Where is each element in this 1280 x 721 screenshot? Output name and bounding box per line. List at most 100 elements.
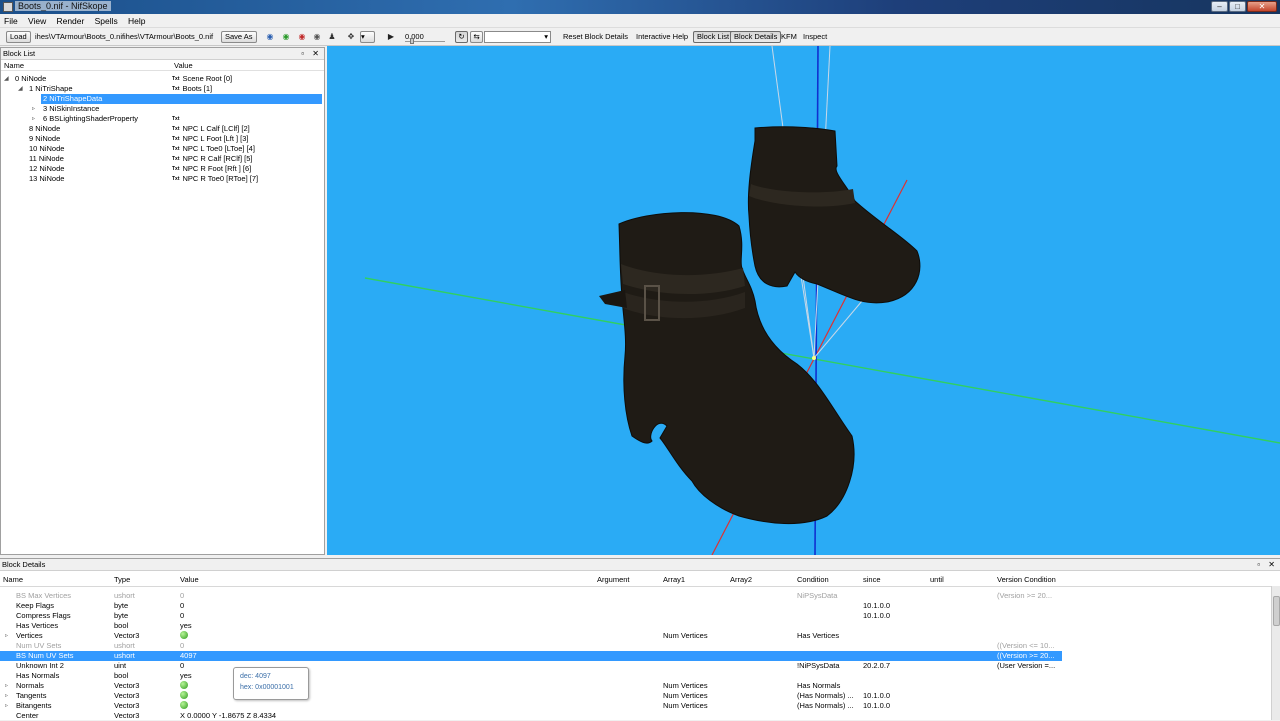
close-button[interactable]: ✕: [1247, 1, 1277, 12]
field-value[interactable]: 4097: [180, 651, 197, 661]
move-icon[interactable]: ✥: [346, 32, 356, 41]
tree-row[interactable]: ▹ 3 NiSkinInstance: [1, 104, 324, 114]
array-icon[interactable]: [180, 631, 188, 639]
tree-item-name: 0 NiNode: [15, 74, 47, 83]
collapsed-arrow-icon[interactable]: ▹: [5, 691, 8, 701]
load-button[interactable]: Load: [6, 31, 31, 43]
view-side-icon[interactable]: ◉: [281, 32, 291, 41]
kfm-toggle[interactable]: KFM: [781, 32, 797, 41]
array-icon[interactable]: [180, 701, 188, 709]
details-row[interactable]: Has Normals bool yes: [0, 671, 1062, 681]
tree-row[interactable]: ◢ 0 NiNode Txt Scene Root [0]: [1, 74, 324, 84]
field-value[interactable]: 0: [180, 601, 184, 611]
array-icon[interactable]: [180, 681, 188, 689]
col-argument[interactable]: Argument: [597, 573, 630, 587]
col-value[interactable]: Value: [180, 573, 199, 587]
switch-icon[interactable]: ⇆: [470, 31, 483, 43]
menu-spells[interactable]: Spells: [91, 14, 122, 28]
col-array2[interactable]: Array2: [730, 573, 752, 587]
walk-icon[interactable]: ♟: [327, 32, 337, 41]
details-row[interactable]: BS Max Vertices ushort 0 NiPSysData (Version…: [0, 591, 1062, 601]
panel-controls[interactable]: ▫ ✕: [301, 48, 322, 60]
field-array1: Num Vertices: [663, 681, 708, 690]
col-version-condition[interactable]: Version Condition: [997, 573, 1056, 587]
field-value[interactable]: 0: [180, 591, 184, 601]
collapsed-arrow-icon[interactable]: ▹: [32, 104, 35, 114]
details-row[interactable]: ▹ Normals Vector3 Num Vertices Has Normals: [0, 681, 1062, 691]
app-icon: [3, 2, 13, 12]
field-value[interactable]: yes: [180, 621, 192, 631]
col-until[interactable]: until: [930, 573, 944, 587]
collapsed-arrow-icon[interactable]: ▹: [5, 701, 8, 711]
collapsed-arrow-icon[interactable]: ▹: [32, 114, 35, 124]
details-row[interactable]: Keep Flags byte 0 10.1.0.0: [0, 601, 1062, 611]
col-value[interactable]: Value: [174, 60, 193, 71]
field-type: ushort: [114, 651, 135, 660]
col-name[interactable]: Name: [4, 60, 24, 71]
view-menu-button[interactable]: ▾: [360, 31, 375, 43]
details-row[interactable]: Num UV Sets ushort 0 ((Version <= 10...: [0, 641, 1062, 651]
block-list-toggle[interactable]: Block List: [693, 31, 734, 43]
field-value[interactable]: 0: [180, 641, 184, 651]
view-top-icon[interactable]: ◉: [297, 32, 307, 41]
animation-select[interactable]: ▾: [484, 31, 551, 43]
maximize-button[interactable]: □: [1229, 1, 1246, 12]
array-icon[interactable]: [180, 691, 188, 699]
view-front-icon[interactable]: ◉: [265, 32, 275, 41]
load-path-field[interactable]: ihes\VTArmour\Boots_0.nif: [35, 32, 124, 41]
expanded-arrow-icon[interactable]: ◢: [4, 74, 9, 84]
collapsed-arrow-icon[interactable]: ▹: [5, 681, 8, 691]
col-array1[interactable]: Array1: [663, 573, 685, 587]
menu-view[interactable]: View: [24, 14, 50, 28]
chevron-down-icon: ▾: [544, 32, 548, 41]
details-row[interactable]: ▹ Tangents Vector3 Num Vertices (Has Normals…: [0, 691, 1062, 701]
play-icon[interactable]: ▶: [386, 32, 396, 41]
col-type[interactable]: Type: [114, 573, 130, 587]
field-type: byte: [114, 601, 129, 610]
menu-render[interactable]: Render: [52, 14, 88, 28]
tree-item-name: 2 NiTriShapeData: [43, 94, 103, 103]
save-path-field[interactable]: ihes\VTArmour\Boots_0.nif: [124, 32, 213, 41]
details-row[interactable]: Compress Flags byte 0 10.1.0.0: [0, 611, 1062, 621]
col-name[interactable]: Name: [3, 573, 23, 587]
tree-row[interactable]: 13 NiNode Txt NPC R Toe0 [RToe] [7]: [1, 174, 324, 184]
field-value[interactable]: yes: [180, 671, 192, 681]
collapsed-arrow-icon[interactable]: ▹: [5, 631, 8, 641]
col-since[interactable]: since: [863, 573, 881, 587]
tree-row[interactable]: 12 NiNode Txt NPC R Foot [Rft ] [6]: [1, 164, 324, 174]
panel-controls[interactable]: ▫ ✕: [1257, 559, 1278, 571]
view-user-icon[interactable]: ◉: [312, 32, 322, 41]
details-scrollbar[interactable]: [1271, 586, 1280, 720]
col-condition[interactable]: Condition: [797, 573, 829, 587]
field-name: Has Normals: [16, 671, 60, 680]
details-row[interactable]: Has Vertices bool yes: [0, 621, 1062, 631]
tree-row[interactable]: 10 NiNode Txt NPC L Toe0 [LToe] [4]: [1, 144, 324, 154]
details-row[interactable]: ▹ Bitangents Vector3 Num Vertices (Has Norma…: [0, 701, 1062, 711]
scrollbar-thumb[interactable]: [1273, 596, 1280, 626]
save-as-button[interactable]: Save As: [221, 31, 257, 43]
tree-row[interactable]: ◢ 1 NiTriShape Txt Boots [1]: [1, 84, 324, 94]
expanded-arrow-icon[interactable]: ◢: [18, 84, 23, 94]
tree-row[interactable]: 2 NiTriShapeData: [1, 94, 324, 104]
details-row[interactable]: ▹ Vertices Vector3 Num Vertices Has Vertices: [0, 631, 1062, 641]
toolbar: Load ihes\VTArmour\Boots_0.nif ihes\VTAr…: [0, 28, 1280, 46]
tree-row[interactable]: 8 NiNode Txt NPC L Calf [LClf] [2]: [1, 124, 324, 134]
interactive-help-button[interactable]: Interactive Help: [636, 32, 688, 41]
block-details-toggle[interactable]: Block Details: [730, 31, 782, 43]
time-slider-handle[interactable]: [410, 38, 414, 44]
tree-item-name: 8 NiNode: [29, 124, 61, 133]
reset-block-details-button[interactable]: Reset Block Details: [563, 32, 628, 41]
tree-row[interactable]: 11 NiNode Txt NPC R Calf [RClf] [5]: [1, 154, 324, 164]
tree-row[interactable]: 9 NiNode Txt NPC L Foot [Lft ] [3]: [1, 134, 324, 144]
details-row[interactable]: Unknown Int 2 uint 0 !NiPSysData 20.2.0.7 (Us…: [0, 661, 1062, 671]
tree-row[interactable]: ▹ 6 BSLightingShaderProperty Txt: [1, 114, 324, 124]
loop-icon[interactable]: ↻: [455, 31, 468, 43]
field-value[interactable]: 0: [180, 661, 184, 671]
menu-help[interactable]: Help: [124, 14, 149, 28]
render-viewport[interactable]: [327, 46, 1280, 555]
field-value[interactable]: 0: [180, 611, 184, 621]
details-row[interactable]: BS Num UV Sets ushort 4097 ((Version >= 20.…: [0, 651, 1062, 661]
menu-file[interactable]: File: [0, 14, 22, 28]
inspect-toggle[interactable]: Inspect: [803, 32, 827, 41]
minimize-button[interactable]: –: [1211, 1, 1228, 12]
